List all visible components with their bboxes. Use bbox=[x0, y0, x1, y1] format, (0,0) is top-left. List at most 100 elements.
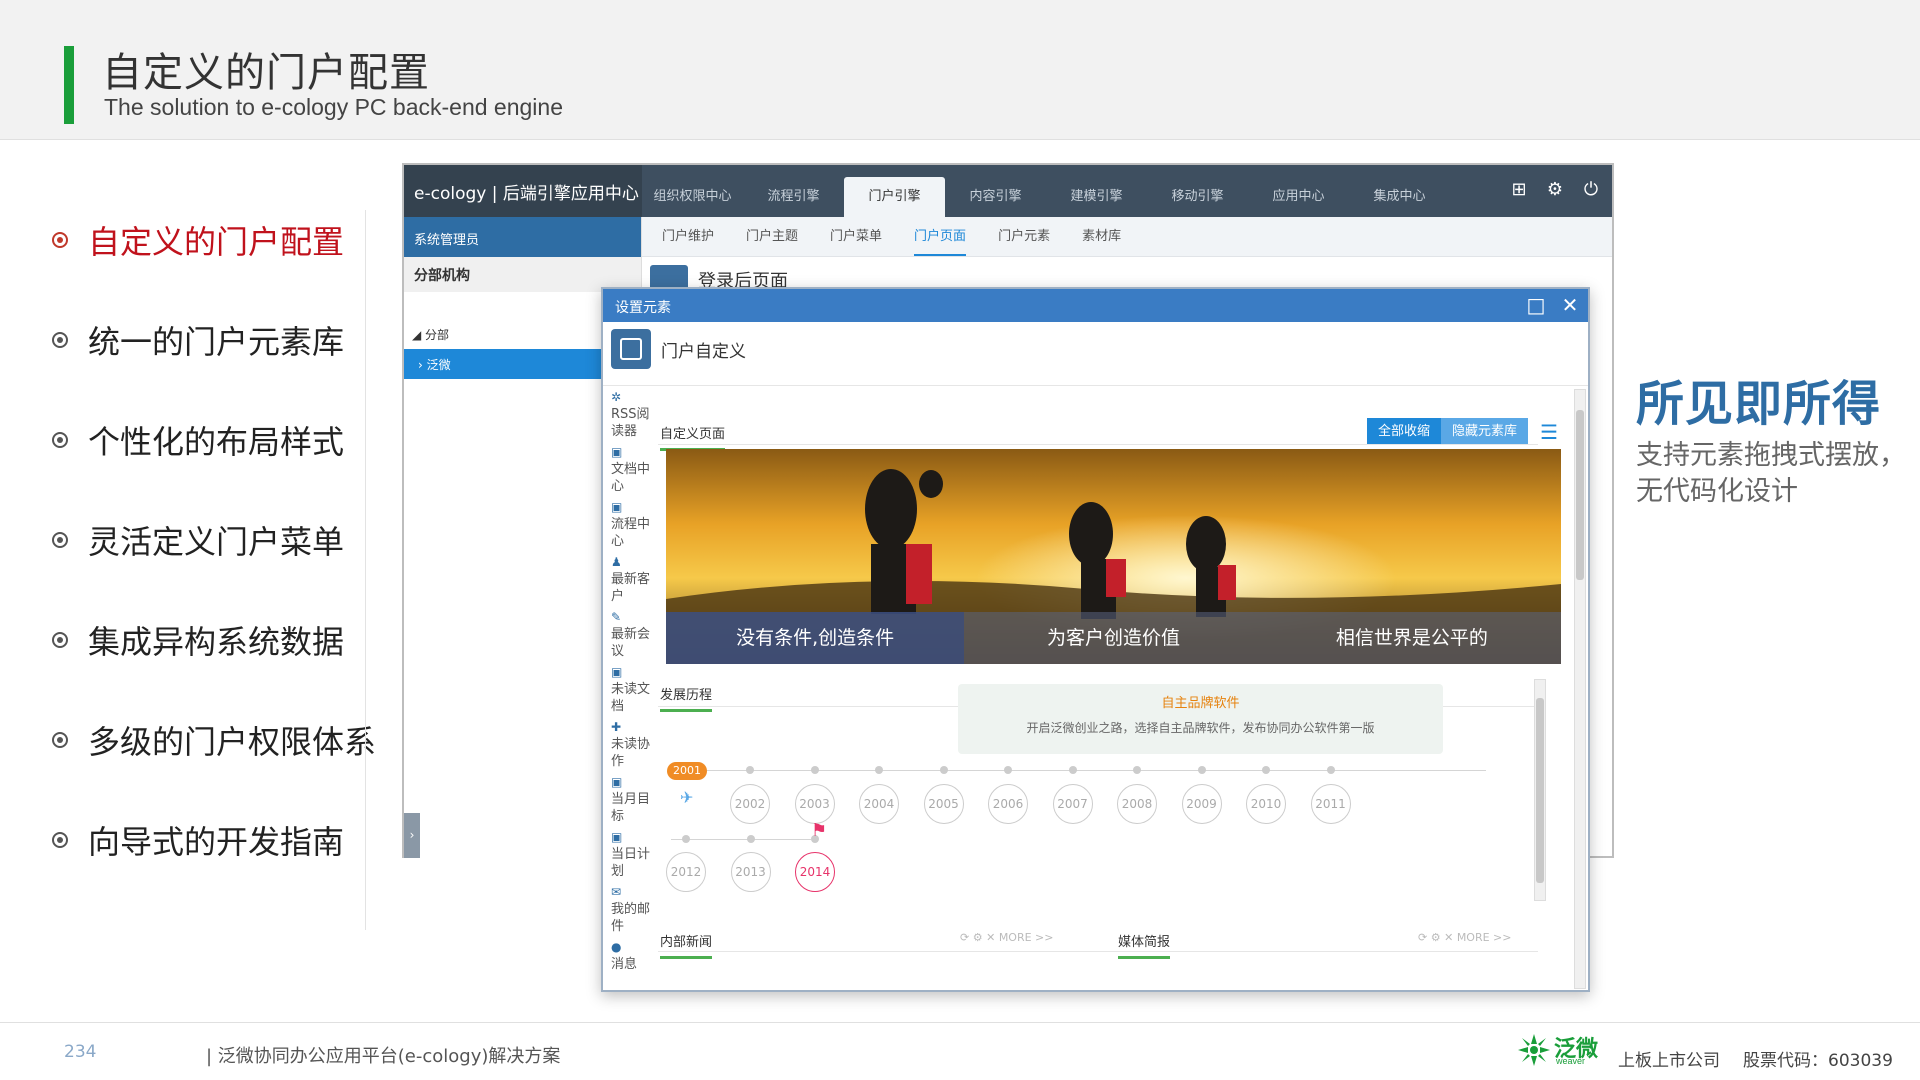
timeline-year[interactable]: 2012 bbox=[666, 852, 706, 892]
sidebar-collapse-button[interactable]: › bbox=[404, 813, 420, 858]
element-library-item[interactable]: ▣ 当月目标 bbox=[611, 774, 651, 825]
banner-caption[interactable]: 为客户创造价值 bbox=[964, 612, 1263, 664]
timeline-start-badge[interactable]: 2001 bbox=[667, 762, 707, 780]
milestone-desc: 开启泛微创业之路，选择自主品牌软件，发布协同办公软件第一版 bbox=[1026, 721, 1375, 735]
collapse-all-button[interactable]: 全部收缩 bbox=[1366, 418, 1441, 444]
more-link[interactable]: MORE >> bbox=[999, 931, 1054, 944]
nav-item[interactable]: 建模引擎 bbox=[1046, 177, 1147, 217]
subnav-item[interactable]: 门户菜单 bbox=[830, 217, 882, 256]
timeline-dot bbox=[810, 766, 819, 774]
tab-media-brief[interactable]: 媒体简报 bbox=[1118, 931, 1171, 959]
timeline-year[interactable]: 2005 bbox=[923, 784, 964, 824]
settings-icon[interactable]: ⚙ bbox=[973, 931, 983, 944]
app-main-nav: 组织权限中心 流程引擎 门户引擎 内容引擎 建模引擎 移动引擎 应用中心 集成中心 bbox=[642, 177, 1450, 217]
timeline-year[interactable]: 2006 bbox=[988, 784, 1028, 824]
feature-label: 统一的门户元素库 bbox=[88, 323, 345, 361]
more-link[interactable]: MORE >> bbox=[1457, 931, 1512, 944]
timeline-year[interactable]: 2009 bbox=[1181, 784, 1222, 824]
timeline-year[interactable]: 2010 bbox=[1246, 784, 1286, 824]
tab-custom-page[interactable]: 自定义页面 bbox=[660, 423, 726, 451]
timeline-year[interactable]: 2008 bbox=[1117, 784, 1157, 824]
timeline-scrollbar[interactable] bbox=[1534, 679, 1546, 901]
footer-title: | 泛微协同办公应用平台(e-cology)解决方案 bbox=[206, 1046, 561, 1067]
timeline-year[interactable]: 2002 bbox=[730, 784, 770, 824]
banner-caption[interactable]: 没有条件,创造条件 bbox=[666, 612, 965, 664]
subnav-item[interactable]: 门户元素 bbox=[998, 217, 1050, 256]
timeline-year[interactable]: 2014 bbox=[795, 852, 835, 892]
subnav-item[interactable]: 门户主题 bbox=[746, 217, 798, 256]
element-label: RSS阅读器 bbox=[611, 407, 650, 439]
bullet-icon bbox=[52, 332, 68, 348]
app-topbar: e-cology | 后端引擎应用中心 组织权限中心 流程引擎 门户引擎 内容引擎 建模… bbox=[404, 165, 1612, 217]
feature-item: 灵活定义门户菜单 bbox=[52, 510, 344, 570]
element-library-item[interactable]: ✎ 最新会议 bbox=[611, 609, 651, 660]
element-library-item[interactable]: ✉ 我的邮件 bbox=[611, 884, 651, 935]
nav-item[interactable]: 组织权限中心 bbox=[642, 177, 743, 217]
element-label: 流程中心 bbox=[611, 517, 651, 549]
element-library-item[interactable]: ▣ 流程中心 bbox=[611, 499, 651, 550]
timeline-year[interactable]: 2011 bbox=[1310, 784, 1351, 824]
tab-internal-news[interactable]: 内部新闻 bbox=[660, 931, 713, 959]
card-tools: ⟳ ⚙ ✕ MORE >> bbox=[960, 931, 1054, 944]
element-library-item[interactable]: ▣ 文档中心 bbox=[611, 444, 651, 495]
timeline-dot bbox=[875, 766, 883, 774]
flag-icon: ⚑ bbox=[811, 820, 828, 841]
feature-label: 个性化的布局样式 bbox=[88, 423, 345, 461]
element-library-item[interactable]: ♟ 最新客户 bbox=[611, 554, 651, 605]
refresh-icon[interactable]: ⟳ bbox=[960, 931, 969, 944]
element-library-item[interactable]: ▣ 当日计划 bbox=[611, 829, 651, 880]
maximize-icon[interactable]: □ bbox=[1526, 292, 1546, 318]
nav-item[interactable]: 流程引擎 bbox=[743, 177, 844, 217]
subnav-item[interactable]: 素材库 bbox=[1082, 217, 1121, 256]
timeline-year[interactable]: 2013 bbox=[730, 852, 771, 892]
element-icon: ● bbox=[611, 940, 622, 954]
feature-label: 多级的门户权限体系 bbox=[88, 723, 377, 761]
hide-library-button[interactable]: 隐藏元素库 bbox=[1440, 418, 1528, 444]
slide-header: 自定义的门户配置 The solution to e-cology PC bac… bbox=[0, 0, 1920, 140]
power-icon[interactable]: ⏻ bbox=[1580, 179, 1602, 201]
scrollbar-thumb[interactable] bbox=[1536, 698, 1544, 883]
banner-slider[interactable]: 没有条件,创造条件 为客户创造价值 相信世界是公平的 bbox=[666, 449, 1561, 664]
scrollbar-thumb[interactable] bbox=[1576, 410, 1584, 580]
dialog-scrollbar[interactable] bbox=[1574, 389, 1586, 989]
element-library-item[interactable]: ✲ RSS阅读器 bbox=[611, 389, 651, 440]
close-icon[interactable]: ✕ bbox=[1560, 292, 1580, 318]
element-library-item[interactable]: ● 消息 bbox=[611, 939, 651, 973]
timeline-axis bbox=[706, 770, 1486, 771]
nav-item[interactable]: 内容引擎 bbox=[945, 177, 1046, 217]
timeline-dot bbox=[939, 766, 948, 774]
timeline-year[interactable]: 2003 bbox=[794, 784, 835, 824]
close-icon[interactable]: ✕ bbox=[986, 931, 995, 944]
portal-canvas: 自定义页面 全部收缩 隐藏元素库 ☰ 没有条件,创造条件 为客户创造价值 相信世… bbox=[658, 384, 1566, 989]
slide-title: 自定义的门户配置 bbox=[102, 50, 430, 96]
tree-node-label: 分部 bbox=[425, 328, 450, 342]
timeline-dot bbox=[746, 766, 754, 774]
element-library-item[interactable]: ✚ 未读协作 bbox=[611, 719, 651, 770]
element-icon: ✲ bbox=[611, 390, 622, 404]
nav-item[interactable]: 移动引擎 bbox=[1147, 177, 1248, 217]
grid-icon[interactable]: ⊞ bbox=[1508, 179, 1530, 201]
settings-icon[interactable]: ⚙ bbox=[1431, 931, 1441, 944]
canvas-toolbar: 全部收缩 隐藏元素库 bbox=[1366, 418, 1528, 444]
subnav-item[interactable]: 门户页面 bbox=[914, 217, 967, 256]
milestone-title: 自主品牌软件 bbox=[1161, 696, 1240, 711]
settings-icon[interactable]: ⚙ bbox=[1544, 179, 1566, 201]
feature-label: 集成异构系统数据 bbox=[88, 623, 345, 661]
close-icon[interactable]: ✕ bbox=[1444, 931, 1453, 944]
slide-subtitle: The solution to e-cology PC back-end eng… bbox=[104, 94, 564, 120]
element-label: 我的邮件 bbox=[611, 902, 651, 934]
sidebar-user[interactable]: 系统管理员 bbox=[404, 217, 641, 257]
banner-caption[interactable]: 相信世界是公平的 bbox=[1262, 612, 1561, 664]
nav-item[interactable]: 应用中心 bbox=[1248, 177, 1349, 217]
nav-item[interactable]: 门户引擎 bbox=[844, 177, 945, 217]
timeline-year[interactable]: 2004 bbox=[859, 784, 899, 824]
element-library-item[interactable]: ▣ 未读文档 bbox=[611, 664, 651, 715]
timeline-year[interactable]: 2007 bbox=[1052, 784, 1093, 824]
refresh-icon[interactable]: ⟳ bbox=[1418, 931, 1427, 944]
tree-arrow-icon: › bbox=[418, 358, 427, 372]
element-library: ✲ RSS阅读器 ▣ 文档中心 ▣ 流程中心 ♟ 最新客户 ✎ 最新会议 ▣ 未读文档 ✚ 未读协作 ▣ 当月… bbox=[611, 389, 653, 989]
subnav-item[interactable]: 门户维护 bbox=[662, 217, 714, 256]
header-accent-bar bbox=[64, 46, 74, 124]
nav-item[interactable]: 集成中心 bbox=[1349, 177, 1450, 217]
list-menu-icon[interactable]: ☰ bbox=[1540, 420, 1558, 444]
